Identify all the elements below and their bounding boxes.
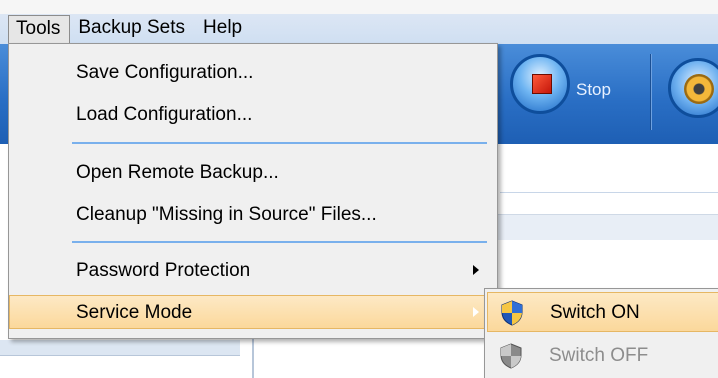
stop-label: Stop [576, 80, 611, 99]
menu-tools[interactable]: Tools [8, 15, 71, 43]
submenu-arrow-icon [473, 265, 479, 275]
menu-item-save-configuration[interactable]: Save Configuration... [9, 56, 497, 90]
menu-item-open-remote-backup[interactable]: Open Remote Backup... [9, 156, 497, 190]
toolbar-separator [650, 54, 652, 130]
menu-item-load-configuration[interactable]: Load Configuration... [9, 98, 497, 132]
submenu-item-switch-on[interactable]: Switch ON [487, 292, 718, 332]
stop-button[interactable] [510, 54, 570, 114]
stop-icon [532, 74, 552, 94]
menu-separator [72, 241, 487, 243]
menu-item-password-protection[interactable]: Password Protection [9, 254, 497, 288]
submenu-arrow-icon [473, 307, 479, 317]
uac-shield-icon [501, 300, 523, 326]
gear-icon [684, 74, 714, 104]
menu-item-cleanup-missing-files[interactable]: Cleanup "Missing in Source" Files... [9, 198, 497, 232]
field-divider [500, 192, 718, 193]
menu-help[interactable]: Help [195, 15, 252, 43]
menu-separator [72, 142, 487, 144]
left-pane-footer [0, 340, 240, 356]
submenu-item-switch-off[interactable]: Switch OFF [487, 336, 718, 376]
menu-backup-sets[interactable]: Backup Sets [70, 15, 195, 43]
tools-dropdown-menu: Save Configuration... Load Configuration… [8, 43, 498, 339]
menu-item-service-mode[interactable]: Service Mode [9, 295, 497, 329]
uac-shield-gray-icon [500, 343, 522, 369]
service-mode-submenu: Switch ON Switch OFF [484, 288, 718, 378]
menu-bar: Tools Backup Sets Help [0, 0, 718, 44]
